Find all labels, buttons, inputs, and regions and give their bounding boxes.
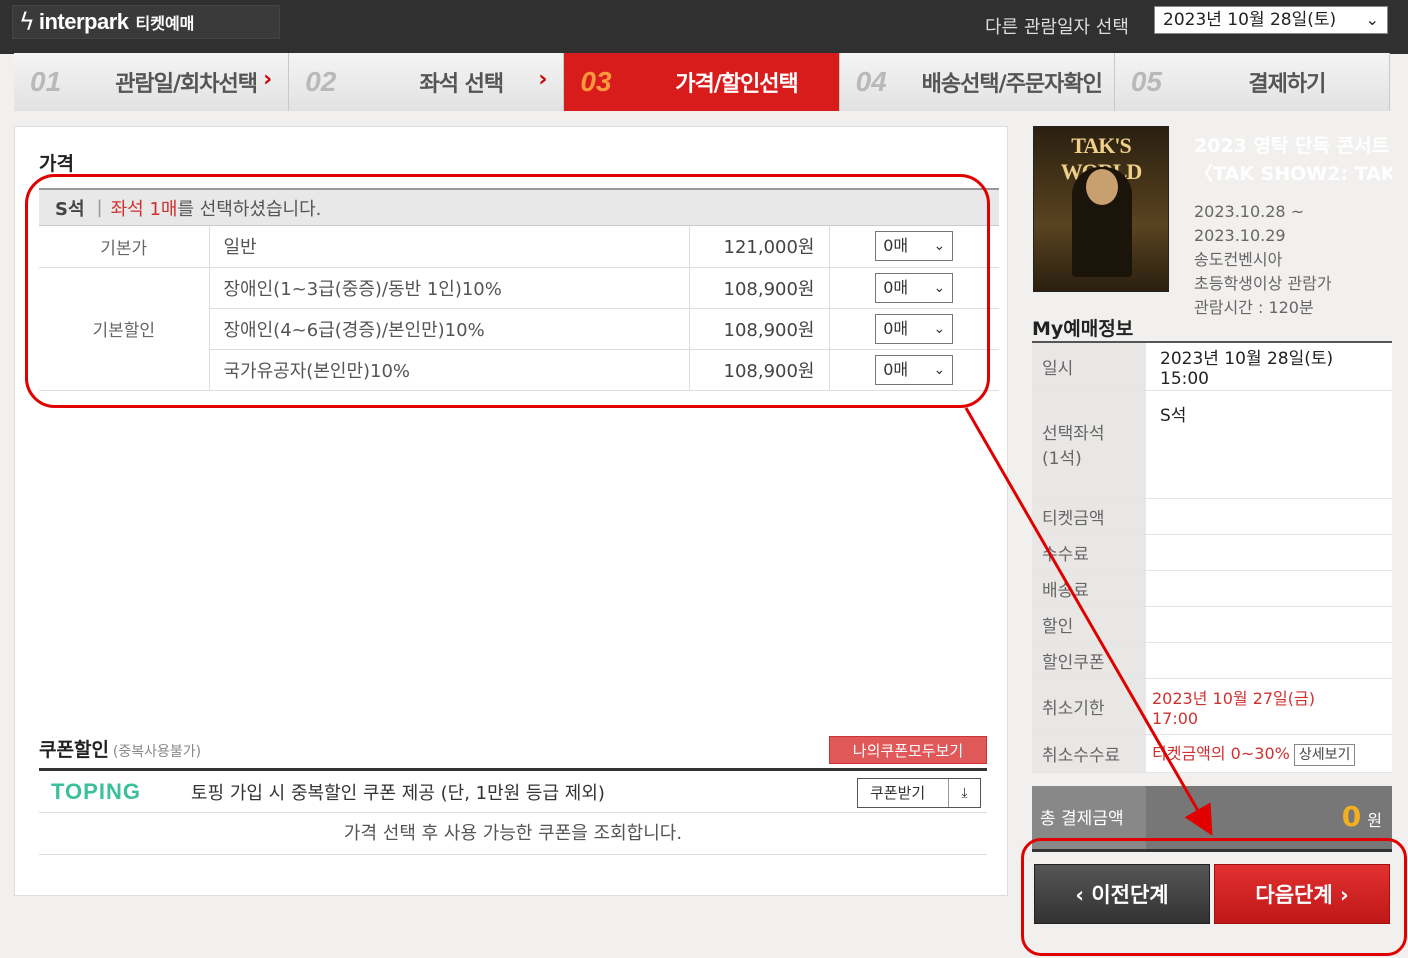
cancel-fee-label: 취소수수료 [1032, 734, 1146, 773]
datetime-label: 일시 [1032, 342, 1146, 391]
booking-info-table: 일시 2023년 10월 28일(토) 15:00 선택좌석 (1석) S석 티… [1032, 341, 1392, 773]
coupon-section-title: 쿠폰할인 (중복사용불가) [39, 735, 201, 762]
logo-name: interpark [38, 9, 129, 34]
step-label: 결제하기 [1248, 72, 1326, 97]
step-4[interactable]: 04 배송선택/주문자확인 [839, 53, 1115, 111]
table-row: 선택좌석 (1석) S석 [1032, 390, 1392, 499]
cancel-fee-value: 티켓금액의 0~30% 상세보기 [1146, 734, 1392, 773]
step-number: 01 [30, 66, 62, 97]
chevron-right-icon: › [538, 67, 548, 92]
chevron-down-icon: ⌄ [1365, 10, 1379, 29]
interpark-logo[interactable]: ϟ interpark 티켓예매 [12, 5, 280, 39]
show-dates-end: 2023.10.29 [1194, 226, 1286, 245]
table-row: 할인 [1032, 606, 1392, 643]
ticket-amount-value [1146, 498, 1392, 535]
coupon-title-text: 쿠폰할인 [39, 739, 109, 761]
date-select[interactable]: 2023년 10월 28일(토) ⌄ [1154, 6, 1388, 34]
download-icon: ⤓ [948, 779, 980, 807]
get-coupon-button[interactable]: 쿠폰받기 ⤓ [857, 778, 981, 808]
show-venue: 송도컨벤시아 [1194, 250, 1283, 269]
coupon-note: (중복사용불가) [112, 744, 202, 760]
table-row: 배송료 [1032, 570, 1392, 607]
table-row: 일시 2023년 10월 28일(토) 15:00 [1032, 342, 1392, 391]
discount-coupon-value [1146, 642, 1392, 679]
top-bar: ϟ interpark 티켓예매 다른 관람일자 선택 2023년 10월 28… [0, 0, 1408, 54]
step-label: 좌석 선택 [419, 72, 504, 97]
fee-value [1146, 534, 1392, 571]
toping-coupon-text: 토핑 가입 시 중복할인 쿠폰 제공 (단, 1만원 등급 제외) [191, 782, 605, 804]
fee-label: 수수료 [1032, 534, 1146, 571]
step-navigation: 01 관람일/회차선택 › 02 좌석 선택 › 03 가격/할인선택 04 배… [14, 53, 1391, 111]
datetime-date: 2023년 10월 28일(토) [1160, 348, 1334, 369]
step-label: 가격/할인선택 [675, 72, 798, 97]
cancel-deadline-time: 17:00 [1152, 708, 1199, 728]
selected-seat-count: (1석) [1042, 449, 1082, 469]
view-all-coupons-button[interactable]: 나의쿠폰모두보기 [829, 736, 987, 764]
discount-value [1146, 606, 1392, 643]
price-highlight-annotation [25, 174, 990, 408]
step-1[interactable]: 01 관람일/회차선택 › [14, 53, 290, 111]
poster-face [1086, 169, 1118, 205]
toping-logo: TOPING [51, 778, 141, 804]
total-payment-value: 0원 [1342, 800, 1382, 833]
table-row: 티켓금액 [1032, 498, 1392, 535]
discount-label: 할인 [1032, 606, 1146, 643]
other-date-label: 다른 관람일자 선택 [985, 17, 1129, 38]
datetime-value: 2023년 10월 28일(토) 15:00 [1146, 342, 1392, 391]
ticket-amount-label: 티켓금액 [1032, 498, 1146, 535]
step-label: 배송선택/주문자확인 [921, 72, 1103, 97]
booking-summary-panel: TAK'S WORLD 2023 영탁 단독 콘서트 〈TAK SHOW2: T… [1026, 126, 1392, 926]
show-runtime: 관람시간 : 120분 [1194, 298, 1314, 317]
step-5[interactable]: 05 결제하기 [1114, 53, 1391, 111]
step-number: 04 [855, 66, 887, 97]
step-3-active[interactable]: 03 가격/할인선택 [564, 53, 840, 111]
delivery-fee-label: 배송료 [1032, 570, 1146, 607]
step-number: 02 [305, 66, 337, 97]
price-section-title: 가격 [39, 153, 74, 175]
show-title-line1: 2023 영탁 단독 콘서트 [1194, 135, 1390, 157]
cancel-deadline-value: 2023년 10월 27일(금) 17:00 [1146, 678, 1392, 735]
buttons-highlight-annotation [1021, 838, 1407, 956]
toping-coupon-row: TOPING 토핑 가입 시 중복할인 쿠폰 제공 (단, 1만원 등급 제외)… [39, 771, 987, 813]
logo-subtitle: 티켓예매 [135, 14, 195, 33]
cancel-fee-detail-button[interactable]: 상세보기 [1293, 744, 1356, 766]
cancel-fee-text: 티켓금액의 0~30% [1152, 744, 1290, 763]
show-poster[interactable]: TAK'S WORLD [1033, 126, 1169, 292]
discount-coupon-label: 할인쿠폰 [1032, 642, 1146, 679]
cancel-deadline-label: 취소기한 [1032, 678, 1146, 735]
datetime-time: 15:00 [1160, 368, 1209, 389]
total-amount: 0 [1341, 800, 1362, 833]
coupon-box: TOPING 토핑 가입 시 중복할인 쿠폰 제공 (단, 1만원 등급 제외)… [39, 768, 987, 855]
show-title: 2023 영탁 단독 콘서트 〈TAK SHOW2: TAK'S [1194, 132, 1392, 188]
show-info: 2023.10.28 ~ 2023.10.29 송도컨벤시아 초등학생이상 관람… [1194, 200, 1332, 320]
show-title-line2: 〈TAK SHOW2: TAK'S [1194, 163, 1392, 185]
step-2[interactable]: 02 좌석 선택 › [289, 53, 565, 111]
step-number: 05 [1130, 66, 1162, 97]
coupon-message: 가격 선택 후 사용 가능한 쿠폰을 조회합니다. [39, 813, 987, 855]
chevron-right-icon: › [263, 67, 273, 92]
interpark-person-icon: ϟ [19, 8, 35, 36]
delivery-fee-value [1146, 570, 1392, 607]
table-row: 취소기한 2023년 10월 27일(금) 17:00 [1032, 678, 1392, 735]
total-unit: 원 [1367, 811, 1382, 830]
table-row: 수수료 [1032, 534, 1392, 571]
table-row: 취소수수료 티켓금액의 0~30% 상세보기 [1032, 734, 1392, 773]
selected-seat-value: S석 [1146, 390, 1392, 499]
table-row: 할인쿠폰 [1032, 642, 1392, 679]
get-coupon-label: 쿠폰받기 [870, 784, 926, 802]
selected-seat-label-text: 선택좌석 [1042, 424, 1105, 444]
cancel-deadline-date: 2023년 10월 27일(금) [1152, 688, 1315, 708]
step-label: 관람일/회차선택 [115, 72, 258, 97]
my-booking-info-title: My예매정보 [1032, 318, 1134, 340]
show-dates-start: 2023.10.28 ~ [1194, 202, 1305, 221]
show-age: 초등학생이상 관람가 [1194, 274, 1332, 293]
date-select-value: 2023년 10월 28일(토) [1163, 10, 1337, 30]
step-number: 03 [580, 66, 612, 97]
selected-seat-label: 선택좌석 (1석) [1032, 390, 1146, 499]
